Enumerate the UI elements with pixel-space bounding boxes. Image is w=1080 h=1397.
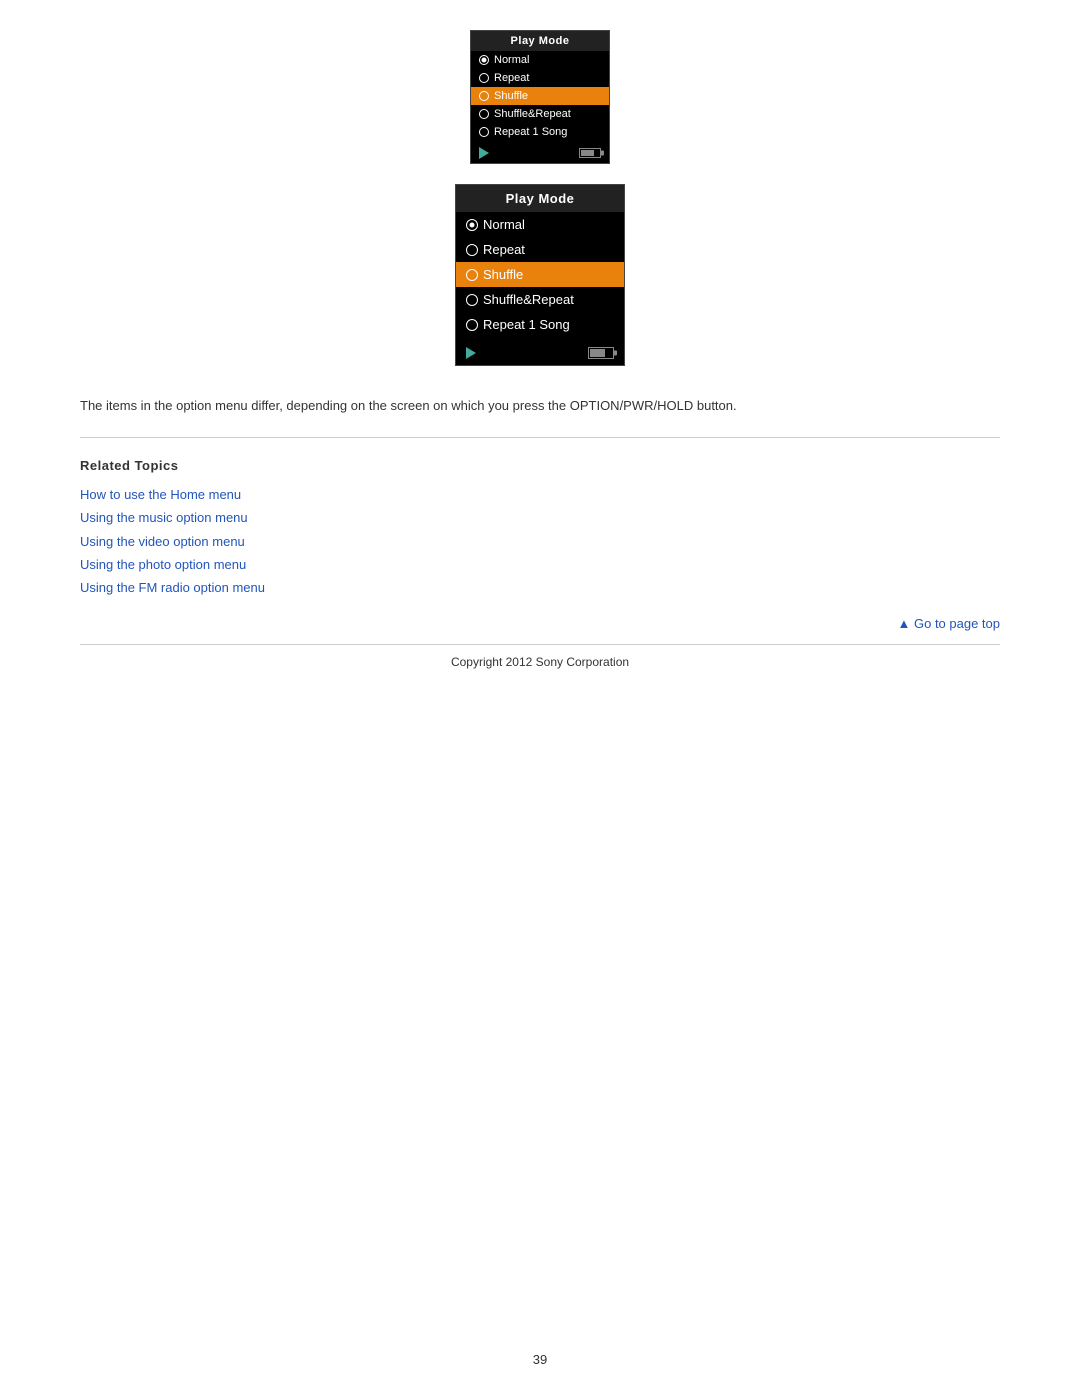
screen1-item-4: Repeat 1 Song [471, 123, 609, 141]
radio-repeat-2 [466, 244, 478, 256]
screen1-title: Play Mode [471, 31, 609, 51]
related-topics-section: Related Topics How to use the Home menu … [80, 458, 1000, 600]
screen1-item-0: Normal [471, 51, 609, 69]
battery-icon-1 [579, 148, 601, 158]
battery-fill-1 [581, 150, 594, 156]
screen1-item-1: Repeat [471, 69, 609, 87]
radio-repeat1song-1 [479, 127, 489, 137]
screen2-item-1: Repeat [456, 237, 624, 262]
radio-shuffle-1 [479, 91, 489, 101]
copyright-text: Copyright 2012 Sony Corporation [80, 655, 1000, 669]
radio-shufflerepeat-1 [479, 109, 489, 119]
device-screen-2: Play Mode Normal Repeat Shuffle Shuffle&… [455, 184, 625, 366]
screen2-item-4: Repeat 1 Song [456, 312, 624, 337]
link-home-menu[interactable]: How to use the Home menu [80, 483, 1000, 506]
screen1-item-2: Shuffle [471, 87, 609, 105]
screen2-item-0: Normal [456, 212, 624, 237]
radio-repeat1song-2 [466, 319, 478, 331]
radio-normal-1 [479, 55, 489, 65]
play-icon-1 [479, 147, 489, 159]
page-number: 39 [533, 1352, 547, 1367]
related-topics-label: Related Topics [80, 458, 1000, 473]
link-photo-option[interactable]: Using the photo option menu [80, 553, 1000, 576]
description-text: The items in the option menu differ, dep… [80, 396, 1000, 417]
screen2-item-2: Shuffle [456, 262, 624, 287]
radio-normal-2 [466, 219, 478, 231]
divider-1 [80, 437, 1000, 438]
bottom-divider [80, 644, 1000, 645]
battery-icon-2 [588, 347, 614, 359]
radio-shufflerepeat-2 [466, 294, 478, 306]
play-icon-2 [466, 347, 476, 359]
battery-fill-2 [590, 349, 605, 357]
link-music-option[interactable]: Using the music option menu [80, 506, 1000, 529]
screen2-item-3: Shuffle&Repeat [456, 287, 624, 312]
link-video-option[interactable]: Using the video option menu [80, 530, 1000, 553]
screen2-title: Play Mode [456, 185, 624, 212]
screenshots-container: Play Mode Normal Repeat Shuffle Shuffle&… [80, 30, 1000, 366]
screen2-footer [456, 341, 624, 365]
radio-repeat-1 [479, 73, 489, 83]
device-screen-1: Play Mode Normal Repeat Shuffle Shuffle&… [470, 30, 610, 164]
screen1-item-3: Shuffle&Repeat [471, 105, 609, 123]
screen1-footer [471, 143, 609, 163]
go-to-top-link[interactable]: Go to page top [898, 616, 1001, 631]
go-to-top-container: Go to page top [80, 615, 1000, 639]
link-fm-radio-option[interactable]: Using the FM radio option menu [80, 576, 1000, 599]
radio-shuffle-2 [466, 269, 478, 281]
